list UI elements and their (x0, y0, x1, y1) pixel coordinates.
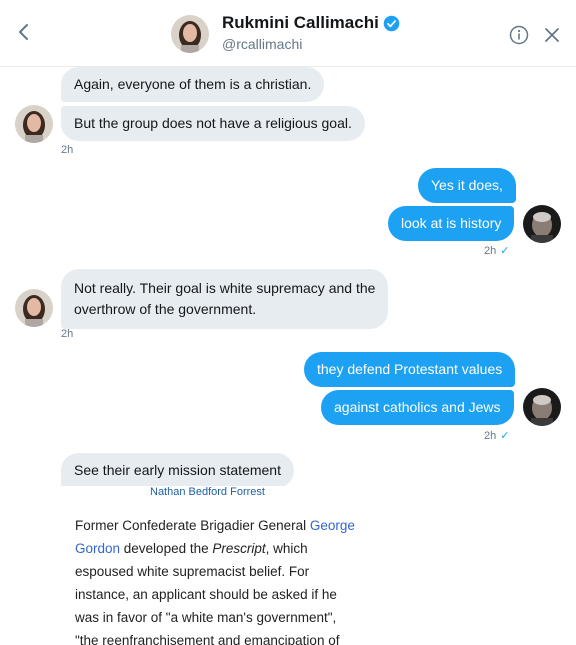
verified-badge-icon (383, 15, 400, 32)
info-icon (509, 25, 529, 45)
message-bubble-outgoing[interactable]: Yes it does, (418, 168, 516, 203)
person-avatar-icon (523, 388, 561, 426)
message-bubble-outgoing[interactable]: against catholics and Jews (321, 390, 514, 425)
contact-name[interactable]: Rukmini Callimachi (222, 13, 400, 33)
card-text-line: espoused white supremacist belief. For (75, 564, 310, 579)
sender-avatar[interactable] (15, 289, 53, 327)
person-avatar-icon (15, 289, 53, 327)
message-timestamp: 2h ✓ (484, 244, 509, 257)
my-avatar[interactable] (523, 205, 561, 243)
sender-avatar[interactable] (15, 105, 53, 143)
card-link: Nathan Bedford Forrest (150, 486, 265, 498)
sent-check-icon: ✓ (500, 245, 510, 257)
contact-handle[interactable]: @rcallimachi (222, 36, 302, 52)
close-button[interactable] (542, 25, 562, 45)
attached-image[interactable]: Nathan Bedford Forrest Former Confederat… (61, 486, 381, 645)
avatar[interactable] (171, 15, 209, 53)
card-text-run: developed the (120, 541, 213, 556)
card-text-line: instance, an applicant should be asked i… (75, 587, 337, 602)
message-bubble-incoming[interactable]: Again, everyone of them is a christian. (61, 67, 325, 102)
message-line: overthrow of the government. (74, 301, 257, 317)
close-icon (545, 28, 559, 42)
person-avatar-icon (15, 105, 53, 143)
card-text-line: "the reenfranchisement and emancipation … (75, 633, 340, 645)
chevron-left-icon (19, 24, 28, 40)
sent-check-icon: ✓ (500, 430, 510, 442)
card-text-line: was in favor of "a white man's governmen… (75, 610, 337, 625)
message-bubble-outgoing[interactable]: look at is history (388, 206, 515, 241)
timestamp-text: 2h (484, 430, 497, 442)
message-bubble-incoming[interactable]: Not really. Their goal is white supremac… (61, 269, 389, 329)
back-button[interactable] (12, 20, 36, 44)
info-button[interactable] (509, 25, 529, 45)
message-timestamp: 2h ✓ (484, 429, 509, 442)
card-text: Former Confederate Brigadier General Geo… (75, 514, 385, 645)
card-text-italic: Prescript (212, 541, 266, 556)
message-timestamp: 2h (61, 328, 74, 340)
person-avatar-icon (523, 205, 561, 243)
message-bubble-outgoing[interactable]: they defend Protestant values (304, 352, 516, 387)
contact-name-text: Rukmini Callimachi (222, 13, 379, 32)
message-timestamp: 2h (61, 144, 74, 156)
timestamp-text: 2h (484, 245, 497, 257)
message-bubble-incoming[interactable]: See their early mission statement (61, 453, 294, 488)
person-avatar-icon (171, 15, 209, 53)
card-text-run: Former Confederate Brigadier General (75, 518, 310, 533)
message-bubble-incoming[interactable]: But the group does not have a religious … (61, 106, 365, 141)
conversation-header: Rukmini Callimachi @rcallimachi (0, 0, 576, 67)
message-line: Not really. Their goal is white supremac… (74, 280, 376, 296)
card-text-run: , which (265, 541, 308, 556)
my-avatar[interactable] (523, 388, 561, 426)
